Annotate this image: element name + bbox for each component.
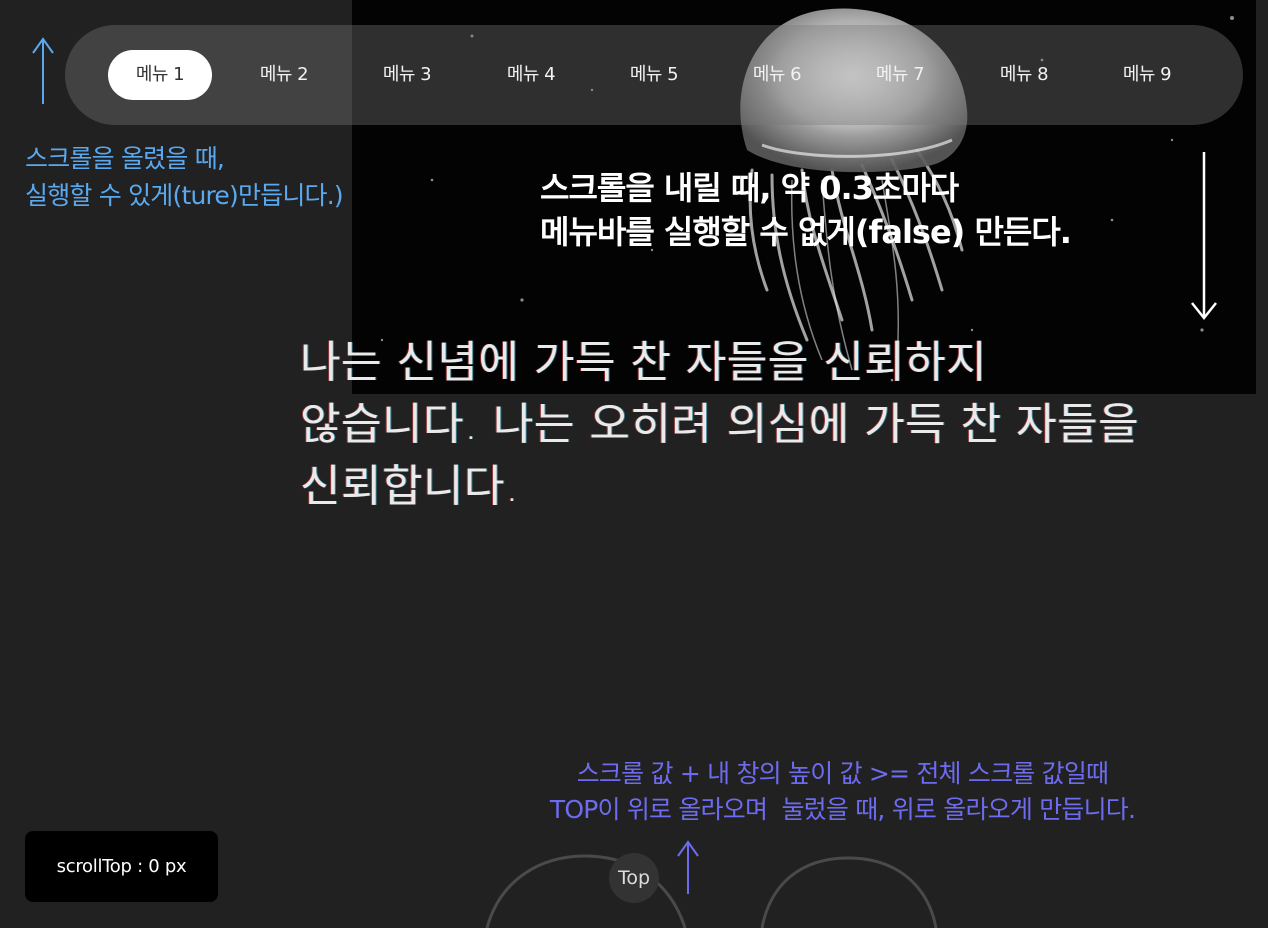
quote-line: 않습니다. 나는 오히려 의심에 가득 찬 자들을	[300, 399, 1140, 450]
arrow-up-icon	[32, 37, 54, 104]
nav-item-menu-2[interactable]: 메뉴 2	[232, 50, 336, 100]
scroll-down-note: 스크롤을 내릴 때, 약 0.3초마다 메뉴바를 실행할 수 없게(false)…	[540, 169, 1072, 251]
nav-item-menu-8[interactable]: 메뉴 8	[972, 50, 1076, 100]
nav-item-menu-1[interactable]: 메뉴 1	[108, 50, 212, 100]
nav-item-menu-3[interactable]: 메뉴 3	[355, 50, 459, 100]
nav-item-menu-9[interactable]: 메뉴 9	[1095, 50, 1199, 100]
top-button[interactable]: Top	[609, 853, 659, 903]
nav-item-menu-4[interactable]: 메뉴 4	[479, 50, 583, 100]
menu-bar: 메뉴 1 메뉴 2 메뉴 3 메뉴 4 메뉴 5 메뉴 6 메뉴 7 메뉴 8 …	[65, 25, 1243, 125]
quote-text: 나는 신념에 가득 찬 자들을 신뢰하지 않습니다. 나는 오히려 의심에 가득…	[300, 332, 1240, 518]
scroll-up-note: 스크롤을 올렸을 때, 실행할 수 있게(ture)만듭니다.)	[25, 144, 344, 210]
arrow-up-icon	[677, 840, 699, 894]
top-button-note: 스크롤 값 + 내 창의 높이 값 >= 전체 스크롤 값일때 TOP이 위로 …	[549, 759, 1136, 824]
nav-item-menu-6[interactable]: 메뉴 6	[725, 50, 829, 100]
quote-line: 신뢰합니다.	[300, 461, 520, 512]
nav-item-menu-5[interactable]: 메뉴 5	[602, 50, 706, 100]
nav-item-menu-7[interactable]: 메뉴 7	[848, 50, 952, 100]
decorative-arcs	[485, 854, 938, 928]
quote-line: 나는 신념에 가득 찬 자들을 신뢰하지	[300, 337, 988, 388]
scroll-top-indicator: scrollTop : 0 px	[25, 831, 218, 902]
